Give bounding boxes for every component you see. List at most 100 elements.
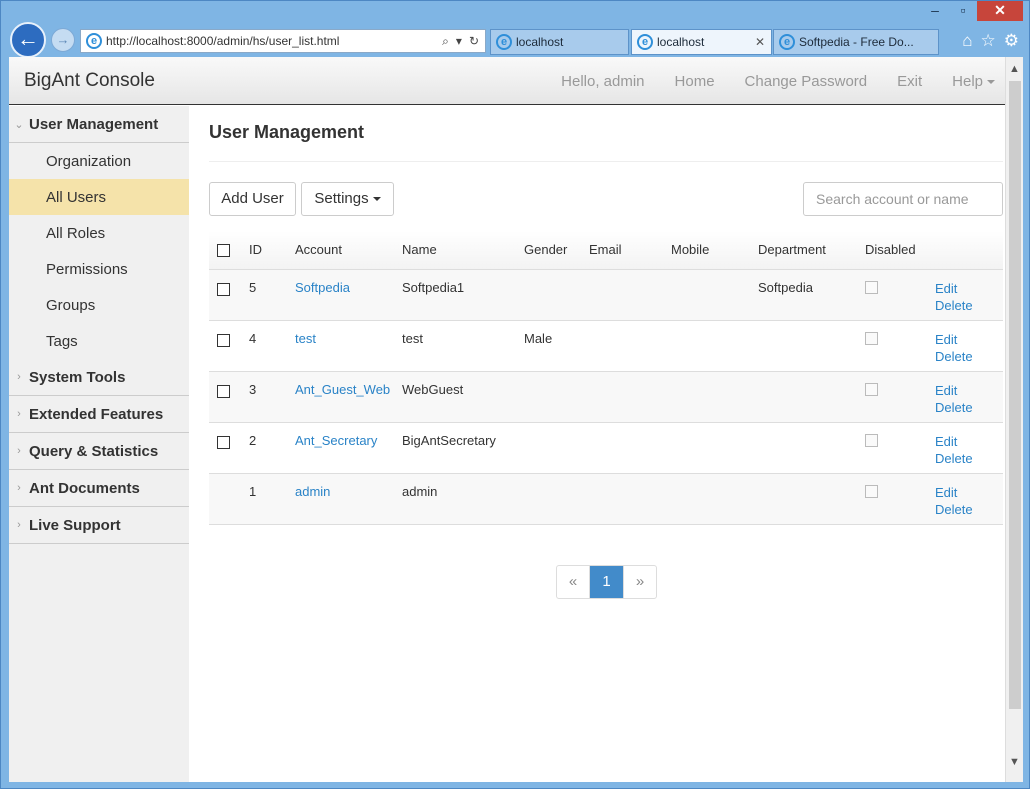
section-label: User Management bbox=[29, 115, 159, 133]
account-link[interactable]: Softpedia bbox=[295, 280, 350, 295]
section-label: Extended Features bbox=[29, 405, 164, 423]
top-navbar: BigAnt Console Hello, admin Home Change … bbox=[9, 57, 1005, 105]
refresh-icon[interactable]: ↻ bbox=[469, 34, 479, 49]
browser-tab-3[interactable]: e Softpedia - Free Do... bbox=[773, 29, 939, 55]
sidebar: ⌄ User Management Organization All Users… bbox=[9, 106, 189, 782]
delete-link[interactable]: Delete bbox=[935, 501, 1003, 518]
cell-id: 5 bbox=[249, 279, 257, 295]
minimize-icon[interactable]: – bbox=[921, 1, 949, 21]
maximize-icon[interactable]: ▫ bbox=[949, 1, 977, 21]
browser-tab-2[interactable]: e localhost ✕ bbox=[631, 29, 772, 55]
browser-toolbar: ⌂ ☆ ⚙ bbox=[962, 31, 1019, 51]
close-icon[interactable]: ✕ bbox=[977, 1, 1023, 21]
sidebar-section-ant-documents[interactable]: › Ant Documents bbox=[9, 470, 189, 507]
cell-gender: Male bbox=[524, 330, 553, 346]
home-link[interactable]: Home bbox=[675, 73, 715, 90]
row-checkbox[interactable] bbox=[217, 282, 230, 296]
add-user-button[interactable]: Add User bbox=[209, 182, 296, 216]
scroll-down-icon[interactable]: ▼ bbox=[1009, 756, 1020, 768]
address-url[interactable]: http://localhost:8000/admin/hs/user_list… bbox=[106, 34, 442, 48]
chevron-right-icon: › bbox=[17, 445, 21, 457]
cell-id: 1 bbox=[249, 483, 257, 499]
tab-close-icon[interactable]: ✕ bbox=[755, 35, 771, 49]
pagination-prev[interactable]: « bbox=[557, 566, 590, 598]
edit-link[interactable]: Edit bbox=[935, 433, 1003, 450]
dropdown-icon[interactable]: ▾ bbox=[456, 34, 462, 49]
disabled-checkbox bbox=[865, 382, 878, 396]
forward-button[interactable]: → bbox=[51, 28, 75, 52]
row-checkbox[interactable] bbox=[217, 333, 230, 347]
page-viewport: BigAnt Console Hello, admin Home Change … bbox=[9, 57, 1023, 782]
account-link[interactable]: admin bbox=[295, 484, 330, 499]
select-all-checkbox[interactable] bbox=[217, 244, 230, 258]
edit-link[interactable]: Edit bbox=[935, 382, 1003, 399]
scroll-up-icon[interactable]: ▲ bbox=[1009, 63, 1020, 75]
pagination-page-current[interactable]: 1 bbox=[590, 566, 623, 598]
table-row: 5 Softpedia Softpedia1 Softpedia Edit Del… bbox=[209, 269, 1003, 320]
sidebar-section-query-statistics[interactable]: › Query & Statistics bbox=[9, 433, 189, 470]
pagination-next[interactable]: » bbox=[623, 566, 656, 598]
address-bar[interactable]: e http://localhost:8000/admin/hs/user_li… bbox=[80, 29, 486, 53]
sidebar-section-system-tools[interactable]: › System Tools bbox=[9, 359, 189, 396]
column-header-mobile: Mobile bbox=[671, 231, 758, 270]
caret-down-icon bbox=[987, 80, 995, 85]
tab-title: localhost bbox=[657, 35, 705, 49]
sidebar-section-extended-features[interactable]: › Extended Features bbox=[9, 396, 189, 433]
greeting-link[interactable]: Hello, admin bbox=[561, 73, 644, 90]
sidebar-item-tags[interactable]: Tags bbox=[9, 323, 189, 359]
row-checkbox[interactable] bbox=[217, 435, 230, 449]
cell-email bbox=[589, 269, 671, 320]
window-controls: – ▫ ✕ bbox=[921, 1, 1023, 21]
disabled-checkbox bbox=[865, 433, 878, 447]
edit-link[interactable]: Edit bbox=[935, 280, 1003, 297]
cell-gender bbox=[524, 371, 589, 422]
delete-link[interactable]: Delete bbox=[935, 297, 1003, 314]
vertical-scrollbar[interactable]: ▲ ▼ bbox=[1005, 57, 1023, 782]
cell-name: BigAntSecretary bbox=[402, 432, 496, 448]
sidebar-item-permissions[interactable]: Permissions bbox=[9, 251, 189, 287]
cell-department bbox=[758, 473, 865, 524]
gear-icon[interactable]: ⚙ bbox=[1004, 31, 1019, 51]
cell-department bbox=[758, 371, 865, 422]
account-link[interactable]: Ant_Secretary bbox=[295, 433, 377, 448]
cell-department bbox=[758, 320, 865, 371]
brand[interactable]: BigAnt Console bbox=[24, 70, 155, 92]
sidebar-item-organization[interactable]: Organization bbox=[9, 143, 189, 179]
sidebar-item-groups[interactable]: Groups bbox=[9, 287, 189, 323]
chevron-right-icon: › bbox=[17, 482, 21, 494]
column-header-email: Email bbox=[589, 231, 671, 270]
search-icon[interactable]: ⌕ bbox=[442, 34, 449, 49]
cell-gender bbox=[524, 422, 589, 473]
exit-link[interactable]: Exit bbox=[897, 73, 922, 90]
cell-email bbox=[589, 473, 671, 524]
scrollbar-thumb[interactable] bbox=[1009, 81, 1021, 709]
chevron-down-icon: ⌄ bbox=[14, 118, 24, 131]
change-password-link[interactable]: Change Password bbox=[745, 73, 868, 90]
edit-link[interactable]: Edit bbox=[935, 484, 1003, 501]
sidebar-item-all-users[interactable]: All Users bbox=[9, 179, 189, 215]
account-link[interactable]: Ant_Guest_Web bbox=[295, 382, 390, 397]
sidebar-section-user-management[interactable]: ⌄ User Management bbox=[9, 106, 189, 143]
delete-link[interactable]: Delete bbox=[935, 399, 1003, 416]
home-icon[interactable]: ⌂ bbox=[962, 31, 972, 51]
sidebar-item-all-roles[interactable]: All Roles bbox=[9, 215, 189, 251]
cell-name: Softpedia1 bbox=[402, 279, 465, 295]
settings-dropdown-button[interactable]: Settings bbox=[301, 182, 394, 216]
search-input[interactable] bbox=[803, 182, 1003, 216]
help-label: Help bbox=[952, 73, 983, 90]
row-checkbox[interactable] bbox=[217, 384, 230, 398]
delete-link[interactable]: Delete bbox=[935, 348, 1003, 365]
edit-link[interactable]: Edit bbox=[935, 331, 1003, 348]
cell-email bbox=[589, 371, 671, 422]
browser-tab-1[interactable]: e localhost bbox=[490, 29, 629, 55]
delete-link[interactable]: Delete bbox=[935, 450, 1003, 467]
account-link[interactable]: test bbox=[295, 331, 316, 346]
help-menu[interactable]: Help bbox=[952, 73, 995, 90]
favorites-star-icon[interactable]: ☆ bbox=[981, 31, 996, 51]
back-button[interactable]: ← bbox=[10, 22, 46, 58]
section-label: System Tools bbox=[29, 368, 126, 386]
chevron-right-icon: › bbox=[17, 408, 21, 420]
cell-id: 2 bbox=[249, 432, 257, 448]
sidebar-section-live-support[interactable]: › Live Support bbox=[9, 507, 189, 544]
browser-window: – ▫ ✕ ← → e http://localhost:8000/admin/… bbox=[0, 0, 1030, 789]
